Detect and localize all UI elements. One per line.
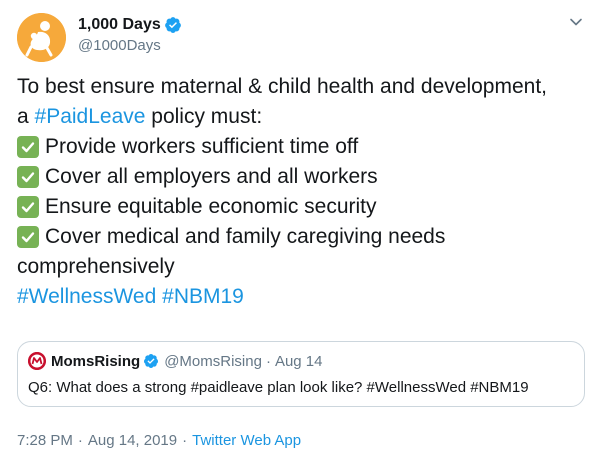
checklist-item-continuation: comprehensively xyxy=(17,255,175,278)
tweet-line: a #PaidLeave policy must: xyxy=(17,102,592,132)
momsrising-logo-icon xyxy=(28,352,46,370)
check-mark-icon xyxy=(17,166,39,188)
checklist-item: Cover all employers and all workers xyxy=(17,162,592,192)
checklist-item-text: Cover medical and family caregiving need… xyxy=(45,225,446,248)
check-mark-icon xyxy=(17,196,39,218)
quoted-date: Aug 14 xyxy=(274,352,323,370)
tweet-intro-text: To best ensure maternal & child health a… xyxy=(17,75,547,98)
hashtag-paidleave-link[interactable]: #PaidLeave xyxy=(35,102,146,132)
check-mark-icon xyxy=(17,226,39,248)
author-name-row[interactable]: 1,000 Days xyxy=(78,15,182,35)
meta-separator: · xyxy=(77,432,83,449)
parent-child-logo-icon xyxy=(17,13,66,62)
checklist-item: Ensure equitable economic security xyxy=(17,192,592,222)
tweet-text: To best ensure maternal & child health a… xyxy=(17,72,592,312)
author-handle[interactable]: @1000Days xyxy=(78,37,161,55)
quoted-tweet[interactable]: MomsRising @MomsRising · Aug 14 Q6: What… xyxy=(17,341,585,407)
quoted-tweet-header: MomsRising @MomsRising · Aug 14 xyxy=(28,352,322,370)
quoted-tweet-text: Q6: What does a strong #paidleave plan l… xyxy=(28,379,529,396)
checklist-item-text: Ensure equitable economic security xyxy=(45,195,377,218)
chevron-down-icon xyxy=(570,18,582,26)
tweet-date[interactable]: Aug 14, 2019 xyxy=(88,432,177,449)
checklist-item: Cover medical and family caregiving need… xyxy=(17,222,592,252)
check-mark-icon xyxy=(17,136,39,158)
checklist-item-text: Provide workers sufficient time off xyxy=(45,135,359,158)
hashtag-wellnesswed-link[interactable]: #WellnessWed xyxy=(17,282,156,312)
tweet-line: To best ensure maternal & child health a… xyxy=(17,72,592,102)
tweet-text-fragment: policy must: xyxy=(145,105,263,128)
author-name[interactable]: 1,000 Days xyxy=(78,15,161,35)
tweet-source-link[interactable]: Twitter Web App xyxy=(192,432,301,449)
quoted-author-name[interactable]: MomsRising xyxy=(51,353,140,370)
tweet-text-fragment: a xyxy=(17,105,35,128)
tweet-hashtags-line: #WellnessWed #NBM19 xyxy=(17,282,592,312)
checklist-item-text: Cover all employers and all workers xyxy=(45,165,378,188)
verified-badge-icon xyxy=(144,354,159,368)
tweet-meta: 7:28 PM · Aug 14, 2019 · Twitter Web App xyxy=(17,432,301,449)
quoted-separator: · xyxy=(265,352,271,370)
hashtag-nbm19-link[interactable]: #NBM19 xyxy=(162,282,244,312)
meta-separator: · xyxy=(182,432,188,449)
tweet-card: 1,000 Days @1000Days To best ensure mate… xyxy=(0,0,603,467)
quoted-author-handle: @MomsRising xyxy=(164,352,262,370)
verified-badge-icon xyxy=(164,17,181,33)
tweet-line: comprehensively xyxy=(17,252,592,282)
tweet-options-button[interactable] xyxy=(569,15,583,29)
tweet-time[interactable]: 7:28 PM xyxy=(17,432,73,449)
checklist-item: Provide workers sufficient time off xyxy=(17,132,592,162)
quoted-author-avatar[interactable] xyxy=(28,352,46,370)
author-avatar[interactable] xyxy=(17,13,66,62)
